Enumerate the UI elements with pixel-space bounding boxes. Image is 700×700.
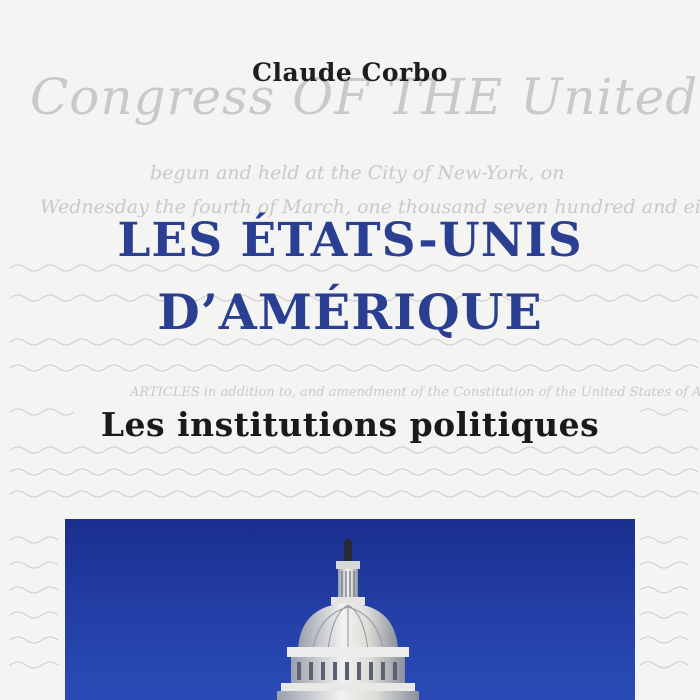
capitol-photo — [65, 519, 635, 700]
author-name: Claude Corbo — [252, 58, 448, 87]
title-line-2: D’AMÉRIQUE — [157, 283, 543, 341]
subtitle: Les institutions politiques — [100, 405, 600, 444]
capitol-dome-icon — [277, 539, 419, 700]
title-line-1: LES ÉTATS-UNIS — [117, 213, 583, 268]
book-cover: Congress OF THE United States begun and … — [0, 0, 700, 700]
